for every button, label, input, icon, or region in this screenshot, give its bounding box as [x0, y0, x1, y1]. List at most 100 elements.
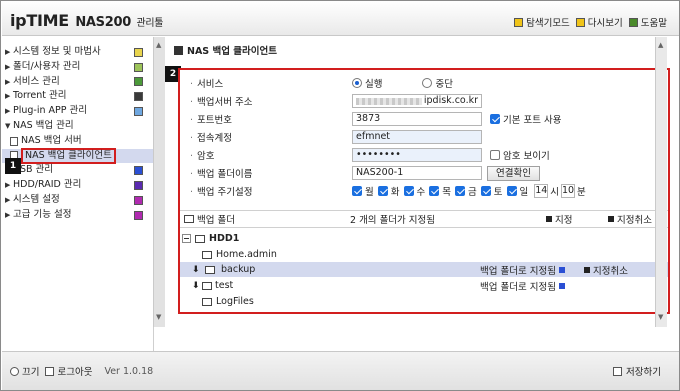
- collapse-icon[interactable]: [182, 234, 191, 243]
- sidebar-item-nas-backup[interactable]: ▼ NAS 백업 관리: [2, 119, 153, 134]
- expand-arrow-icon: ▶: [5, 48, 11, 56]
- footer-left: 끄기 로그아웃 Ver 1.0.18: [10, 364, 153, 378]
- page-title: NAS 백업 클라이언트: [174, 43, 277, 57]
- day-wed-checkbox[interactable]: 수: [403, 184, 425, 198]
- service-stop-radio[interactable]: 중단: [422, 76, 453, 90]
- assign-label: 지정: [555, 215, 573, 226]
- unassign-label: 지정취소: [617, 215, 652, 226]
- header-links: 탐색기모드 다시보기 도움말: [514, 15, 667, 29]
- explorer-mode-link[interactable]: 탐색기모드: [514, 15, 570, 29]
- scroll-down-icon[interactable]: ▼: [156, 313, 161, 321]
- scroll-down-icon[interactable]: ▼: [658, 313, 663, 321]
- unassign-icon: [584, 266, 590, 273]
- day-label: 목: [442, 187, 451, 198]
- sidebar-item-service[interactable]: ▶ 서비스 관리: [2, 75, 153, 90]
- sidebar-item-backup-client[interactable]: NAS 백업 클라이언트: [2, 147, 153, 164]
- default-port-label: 기본 포트 사용: [503, 115, 562, 126]
- sidebar-item-system-settings[interactable]: ▶ 시스템 설정: [2, 193, 153, 208]
- sidebar-item-label: NAS 백업 서버: [21, 134, 82, 146]
- sidebar-item-folder-user[interactable]: ▶ 폴더/사용자 관리: [2, 60, 153, 75]
- tree-node-backup[interactable]: ⬇ backup 백업 폴더로 지정됨 지정취소: [180, 262, 668, 277]
- radio-on-icon: [352, 78, 362, 88]
- power-off-button[interactable]: 끄기: [10, 364, 39, 378]
- radio-off-icon: [422, 78, 433, 88]
- checkbox-checked-icon: [506, 186, 517, 196]
- checkbox-checked-icon: [403, 186, 414, 196]
- page-title-text: NAS 백업 클라이언트: [187, 46, 277, 57]
- sidebar-item-plugin[interactable]: ▶ Plug-in APP 관리: [2, 104, 153, 119]
- expand-arrow-icon: ▶: [5, 210, 11, 219]
- sidebar-menu: ▶ 시스템 정보 및 마법사 ▶ 폴더/사용자 관리 ▶ 서비스 관리 ▶ To…: [2, 37, 153, 223]
- backup-folder-title: 백업 폴더: [184, 212, 235, 226]
- connect-check-button[interactable]: 연결확인: [487, 165, 540, 181]
- sidebar-item-backup-server[interactable]: NAS 백업 서버: [2, 134, 153, 149]
- sidebar-item-system-info[interactable]: ▶ 시스템 정보 및 마법사: [2, 45, 153, 60]
- day-label: 화: [390, 187, 400, 198]
- scroll-up-icon[interactable]: ▲: [658, 41, 663, 49]
- refresh-link[interactable]: 다시보기: [575, 15, 623, 29]
- day-fri-checkbox[interactable]: 금: [455, 184, 477, 198]
- assign-folder-button[interactable]: 지정: [546, 212, 572, 226]
- save-button[interactable]: 저장하기: [613, 364, 661, 378]
- server-addr-input[interactable]: ipdisk.co.kr: [352, 94, 482, 108]
- account-input[interactable]: efmnet: [352, 130, 482, 144]
- expand-arrow-icon: ▶: [5, 92, 11, 101]
- assigned-status-text: 백업 폴더로 지정됨: [480, 265, 556, 277]
- row-unassign-button[interactable]: 지정취소: [584, 263, 628, 277]
- service-run-radio[interactable]: 실행: [352, 76, 382, 90]
- show-password-checkbox[interactable]: 암호 보이기: [490, 148, 550, 162]
- minute-input[interactable]: 10: [561, 184, 575, 198]
- folder-name-input[interactable]: NAS200-1: [352, 166, 482, 180]
- download-icon: ⬇: [192, 264, 200, 275]
- sidebar-item-torrent[interactable]: ▶ Torrent 관리: [2, 89, 153, 104]
- password-input[interactable]: ••••••••: [352, 148, 482, 162]
- hour-input[interactable]: 14: [534, 184, 549, 198]
- model-name: NAS200: [75, 15, 131, 30]
- sidebar-item-hdd[interactable]: ▶ HDD/RAID 관리: [2, 178, 153, 193]
- sidebar-item-label: 시스템 정보 및 마법사: [13, 46, 101, 57]
- header-bar: ipTIME NAS200 관리툴 탐색기모드 다시보기 도움말: [2, 2, 679, 36]
- day-mon-checkbox[interactable]: 월: [352, 184, 374, 198]
- folder-icon: [184, 215, 194, 223]
- hdd-icon: [134, 181, 143, 191]
- document-icon: [10, 136, 18, 146]
- sidebar-item-usb[interactable]: ▶ USB 관리: [2, 163, 153, 178]
- help-link[interactable]: 도움말: [628, 15, 667, 29]
- main-scrollbar[interactable]: ▲ ▼: [655, 37, 667, 327]
- sidebar-item-label: 고급 기능 설정: [13, 208, 72, 220]
- scroll-up-icon[interactable]: ▲: [156, 41, 161, 49]
- sidebar: ▶ 시스템 정보 및 마법사 ▶ 폴더/사용자 관리 ▶ 서비스 관리 ▶ To…: [2, 37, 154, 351]
- help-icon: [628, 17, 638, 27]
- tree-node-hdd1[interactable]: HDD1: [180, 231, 668, 246]
- logout-button[interactable]: 로그아웃: [45, 364, 92, 378]
- tree-node-home-admin[interactable]: Home.admin: [180, 247, 668, 262]
- sidebar-scrollbar[interactable]: ▲ ▼: [153, 37, 165, 327]
- app-logo: ipTIME NAS200 관리툴: [10, 11, 163, 30]
- day-sun-checkbox[interactable]: 일: [506, 184, 528, 198]
- sidebar-item-label: 폴더/사용자 관리: [13, 60, 81, 72]
- drive-icon: [195, 234, 205, 243]
- folder-icon: [205, 265, 215, 274]
- expand-arrow-icon: ▶: [5, 195, 11, 204]
- brand-name: ipTIME: [10, 11, 69, 30]
- folder-icon: [202, 250, 212, 259]
- day-tue-checkbox[interactable]: 화: [377, 184, 400, 198]
- unassign-folder-button[interactable]: 지정취소: [608, 212, 652, 226]
- service-run-label: 실행: [365, 79, 383, 90]
- logo-suffix: 관리툴: [136, 18, 164, 29]
- tree-node-test[interactable]: ⬇ test 백업 폴더로 지정됨: [180, 278, 668, 293]
- day-sat-checkbox[interactable]: 토: [480, 184, 503, 198]
- expand-arrow-icon: ▶: [5, 77, 11, 86]
- day-thu-checkbox[interactable]: 목: [429, 184, 451, 198]
- sidebar-item-label: NAS 백업 관리: [13, 119, 74, 131]
- help-label: 도움말: [640, 18, 667, 29]
- default-port-checkbox[interactable]: 기본 포트 사용: [490, 112, 561, 126]
- assigned-status: 백업 폴더로 지정됨: [480, 263, 565, 277]
- sidebar-item-advanced[interactable]: ▶ 고급 기능 설정: [2, 208, 153, 223]
- folder-name-row: 백업 폴더이름 NAS200-1 연결확인: [190, 165, 540, 181]
- port-input[interactable]: 3873: [352, 112, 482, 126]
- backup-folder-title-text: 백업 폴더: [197, 215, 235, 226]
- tree-node-logfiles[interactable]: LogFiles: [180, 294, 668, 309]
- blurred-address: [356, 97, 422, 105]
- server-addr-label: 백업서버 주소: [190, 94, 352, 108]
